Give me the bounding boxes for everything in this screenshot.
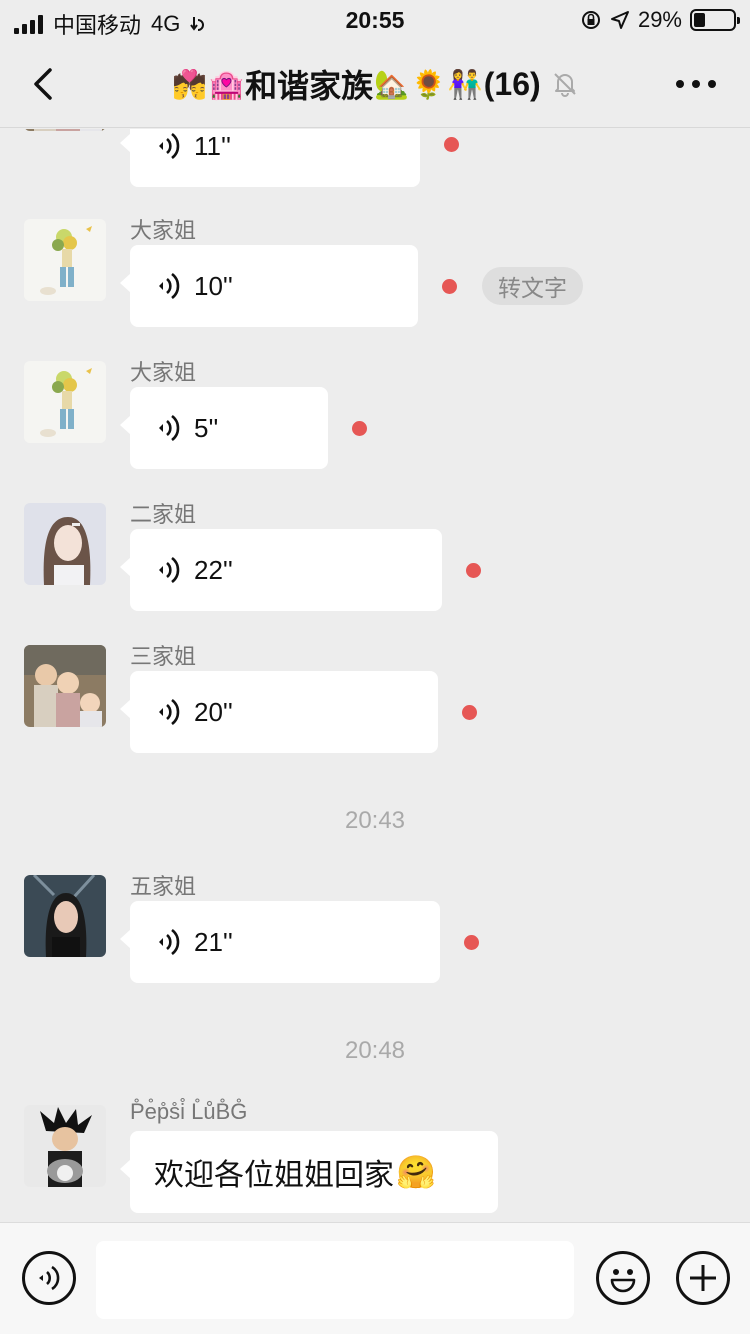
sender-name: 大家姐	[130, 218, 197, 243]
children-photo-avatar	[24, 645, 106, 727]
message-input-bar	[0, 1222, 750, 1334]
list-item: 三家姐 20''	[0, 637, 750, 757]
mute-bell-icon	[553, 73, 576, 97]
list-item: 大家姐 5''	[0, 353, 750, 473]
voice-message-bubble[interactable]: 22''	[120, 529, 442, 611]
avatar[interactable]	[24, 129, 106, 131]
list-item: P̊e̊p̊s̊i̊ L̊ůB̊G̊ 欢迎各位姐姐回家 🤗	[0, 1097, 750, 1221]
unread-dot	[444, 137, 459, 152]
more-options-icon[interactable]	[676, 74, 722, 94]
list-item: 大家姐 10'' 转文字	[0, 211, 750, 331]
voice-message-bubble[interactable]: 21''	[120, 901, 440, 983]
voice-duration: 20''	[194, 696, 233, 727]
unread-dot	[442, 279, 457, 294]
location-arrow-icon	[610, 11, 629, 29]
couple-emoji: 👫	[447, 68, 483, 100]
plus-icon	[690, 1265, 716, 1291]
battery-fill	[694, 13, 706, 27]
avatar[interactable]	[24, 361, 106, 443]
status-bar: 中国移动 4G 20:55 29%	[0, 0, 750, 40]
smiley-icon	[610, 1269, 636, 1293]
unread-dot	[466, 563, 481, 578]
voice-input-button[interactable]	[22, 1251, 76, 1305]
avatar[interactable]	[24, 875, 106, 957]
more-functions-button[interactable]	[676, 1251, 730, 1305]
voice-wave-icon	[159, 556, 180, 584]
voice-message-bubble[interactable]: 11''	[120, 129, 420, 187]
woman-portrait-avatar	[24, 503, 106, 585]
text-message-bubble[interactable]: 欢迎各位姐姐回家 🤗	[120, 1131, 498, 1213]
avatar[interactable]	[24, 503, 106, 585]
battery-percent: 29%	[637, 7, 682, 32]
timestamp-divider: 20:43	[344, 807, 406, 834]
nav-bar: 💏 🏩 和谐家族 🏡 🌻 👫 (16)	[0, 40, 750, 128]
voice-duration: 11''	[194, 130, 231, 161]
member-count: (16)	[483, 65, 541, 102]
voice-duration: 22''	[194, 554, 233, 585]
house-garden-emoji: 🏡	[374, 68, 409, 100]
goku-cat-avatar	[24, 1105, 106, 1187]
group-name: 和谐家族	[245, 68, 374, 104]
avatar[interactable]	[24, 645, 106, 727]
voice-wave-icon	[159, 928, 180, 956]
voice-duration: 21''	[194, 926, 233, 957]
flower-girl-avatar	[24, 219, 106, 301]
voice-wave-icon	[159, 272, 180, 300]
list-item: 11''	[0, 129, 750, 189]
sender-name: 大家姐	[130, 360, 197, 385]
unread-dot	[352, 421, 367, 436]
couple-kiss-emoji: 💏	[172, 68, 208, 100]
voice-wave-icon	[159, 698, 180, 726]
back-icon[interactable]	[22, 62, 66, 106]
voice-message-bubble[interactable]: 20''	[120, 671, 438, 753]
sender-name: P̊e̊p̊s̊i̊ L̊ůB̊G̊	[130, 1099, 248, 1124]
love-hotel-emoji: 🏩	[209, 68, 245, 100]
avatar[interactable]	[24, 1105, 106, 1187]
flower-girl-avatar	[24, 361, 106, 443]
voice-wave-icon	[159, 414, 180, 442]
voice-wave-icon	[159, 132, 180, 160]
sender-name: 二家姐	[130, 502, 197, 527]
message-input[interactable]	[96, 1241, 574, 1319]
voice-message-bubble[interactable]: 5''	[120, 387, 328, 469]
sunflower-emoji: 🌻	[410, 68, 446, 100]
timestamp-divider: 20:48	[344, 1037, 406, 1064]
transcribe-button[interactable]: 转文字	[482, 267, 583, 305]
list-item: 五家姐 21''	[0, 867, 750, 987]
voice-duration: 5''	[194, 412, 219, 443]
sender-name: 五家姐	[130, 874, 197, 899]
hugging-face-emoji: 🤗	[396, 1154, 436, 1190]
message-text: 欢迎各位姐姐回家	[154, 1159, 394, 1192]
voice-message-bubble[interactable]: 10''	[120, 245, 418, 327]
children-photo-avatar	[24, 129, 106, 131]
list-item: 二家姐 22''	[0, 495, 750, 615]
chat-title: 💏 🏩 和谐家族 🏡 🌻 👫 (16)	[140, 62, 610, 106]
avatar[interactable]	[24, 219, 106, 301]
status-right: 29%	[580, 7, 740, 33]
unread-dot	[464, 935, 479, 950]
voice-duration: 10''	[194, 270, 233, 301]
unread-dot	[462, 705, 477, 720]
orientation-lock-icon	[581, 11, 600, 29]
chat-message-list[interactable]: 11'' 大家姐 10'' 转文字 大家姐 5'' 二家姐 22'' 三家姐 2…	[0, 129, 750, 1221]
sender-name: 三家姐	[130, 644, 197, 669]
woman-portrait-avatar	[24, 875, 106, 957]
voice-wave-icon	[39, 1265, 60, 1291]
battery-icon	[690, 9, 740, 31]
emoji-button[interactable]	[596, 1251, 650, 1305]
